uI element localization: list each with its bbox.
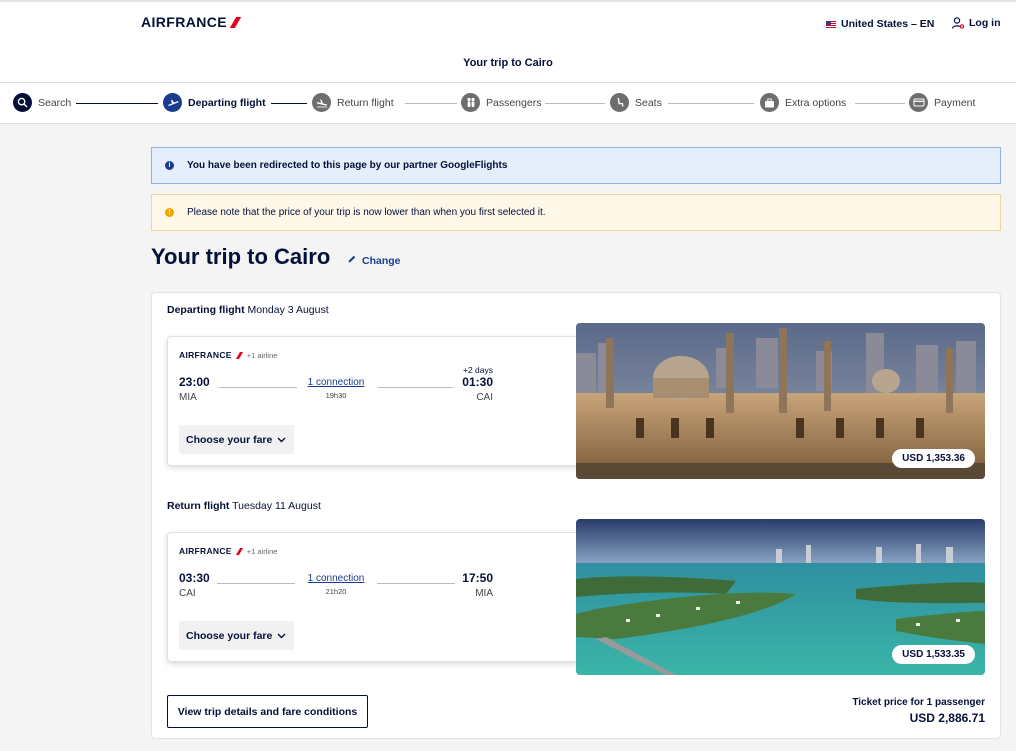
airline-name: AIRFRANCE [179,350,232,360]
header: AIRFRANCE United States – EN Log in Your… [0,0,1016,82]
chevron-down-icon [277,434,286,446]
step-label: Search [38,96,72,109]
day-offset: +2 days [462,365,493,375]
step-label: Seats [635,96,662,109]
departing-flight-card[interactable]: AIRFRANCE +1 airline 23:00 MIA 1 connect… [167,336,587,466]
step-return-flight[interactable]: Return flight [312,93,394,112]
step-extra-options[interactable]: Extra options [760,93,846,112]
warning-icon: ! [165,208,174,217]
redirect-notice: i You have been redirected to this page … [151,147,1001,184]
connection-link[interactable]: 1 connection [305,377,367,388]
route-line [219,387,297,388]
arrival-airport: MIA [475,588,493,599]
departure-airport: CAI [179,588,196,599]
departing-date: Monday 3 August [247,304,329,316]
logo-slash-icon [236,548,243,555]
logo-text: AIRFRANCE [141,14,228,30]
return-flight-card[interactable]: AIRFRANCE +1 airline 03:30 CAI 1 connect… [167,532,587,662]
airline-logo: AIRFRANCE +1 airline [179,350,277,360]
booking-stepper: Search Departing flight Return flight Pa… [0,82,1016,124]
header-title: Your trip to Cairo [463,57,553,69]
flight-duration: 21h20 [325,587,347,596]
airline-logo: AIRFRANCE +1 airline [179,546,277,556]
step-payment[interactable]: Payment [909,93,975,112]
step-seats[interactable]: Seats [610,93,662,112]
return-label: Return flight [167,500,230,512]
step-passengers[interactable]: Passengers [461,93,541,112]
step-connector [271,103,307,104]
route-line [378,387,453,388]
choose-fare-button[interactable]: Choose your fare [179,621,294,650]
plane-landing-icon [312,93,331,112]
route-line [217,583,295,584]
return-section-label: Return flight Tuesday 11 August [167,500,321,512]
logo-slash-icon [230,17,242,27]
cairo-destination-photo: USD 1,353.36 [576,323,985,479]
credit-card-icon [909,93,928,112]
login-button[interactable]: Log in [951,16,1001,30]
locale-label: United States – EN [841,18,935,30]
miami-destination-photo: USD 1,533.35 [576,519,985,675]
departing-label: Departing flight [167,304,245,316]
locale-selector[interactable]: United States – EN [826,18,934,30]
view-trip-details-button[interactable]: View trip details and fare conditions [167,695,368,728]
chevron-down-icon [277,630,286,642]
info-icon: i [165,161,174,170]
airfrance-logo[interactable]: AIRFRANCE [141,14,242,30]
flight-duration: 19h30 [325,391,347,400]
departure-time: 23:00 [179,375,210,389]
search-icon [13,93,32,112]
step-label: Extra options [785,96,847,109]
step-connector [855,103,905,104]
logo-slash-icon [236,352,243,359]
step-connector [668,103,754,104]
step-connector [76,103,158,104]
step-label: Return flight [337,96,394,109]
airline-extra: +1 airline [246,546,278,556]
passengers-icon [461,93,480,112]
ticket-total-price: USD 2,886.71 [909,711,985,725]
pencil-icon [347,254,357,267]
arrival-time: 01:30 [462,375,493,389]
airline-extra: +1 airline [246,350,278,360]
change-label: Change [362,254,401,267]
notice-text: Please note that the price of your trip … [187,207,546,218]
departure-time: 03:30 [179,571,210,585]
return-date: Tuesday 11 August [232,500,321,512]
step-label: Passengers [486,96,542,109]
arrival-time: 17:50 [462,571,493,585]
plane-takeoff-icon [163,93,182,112]
us-flag-icon [826,20,836,28]
seat-icon [610,93,629,112]
choose-fare-button[interactable]: Choose your fare [179,425,294,454]
connection-link[interactable]: 1 connection [305,573,367,584]
airline-name: AIRFRANCE [179,546,232,556]
route-line [377,583,455,584]
login-label: Log in [969,17,1001,29]
price-change-notice: ! Please note that the price of your tri… [151,194,1001,231]
return-price-badge: USD 1,533.35 [892,645,975,664]
user-icon [951,16,965,30]
ticket-price-label: Ticket price for 1 passenger [852,697,985,708]
change-trip-link[interactable]: Change [347,254,401,267]
step-connector [405,103,457,104]
fare-button-label: Choose your fare [186,433,273,446]
step-departing-flight[interactable]: Departing flight [163,93,266,112]
step-connector [545,103,605,104]
notice-text: You have been redirected to this page by… [187,160,508,171]
departure-airport: MIA [179,392,197,403]
fare-button-label: Choose your fare [186,629,273,642]
departing-price-badge: USD 1,353.36 [892,449,975,468]
step-label: Departing flight [188,96,266,109]
departing-section-label: Departing flight Monday 3 August [167,304,329,316]
step-search[interactable]: Search [13,93,71,112]
luggage-icon [760,93,779,112]
page-title: Your trip to Cairo [151,244,331,269]
step-label: Payment [934,96,976,109]
arrival-airport: CAI [476,392,493,403]
